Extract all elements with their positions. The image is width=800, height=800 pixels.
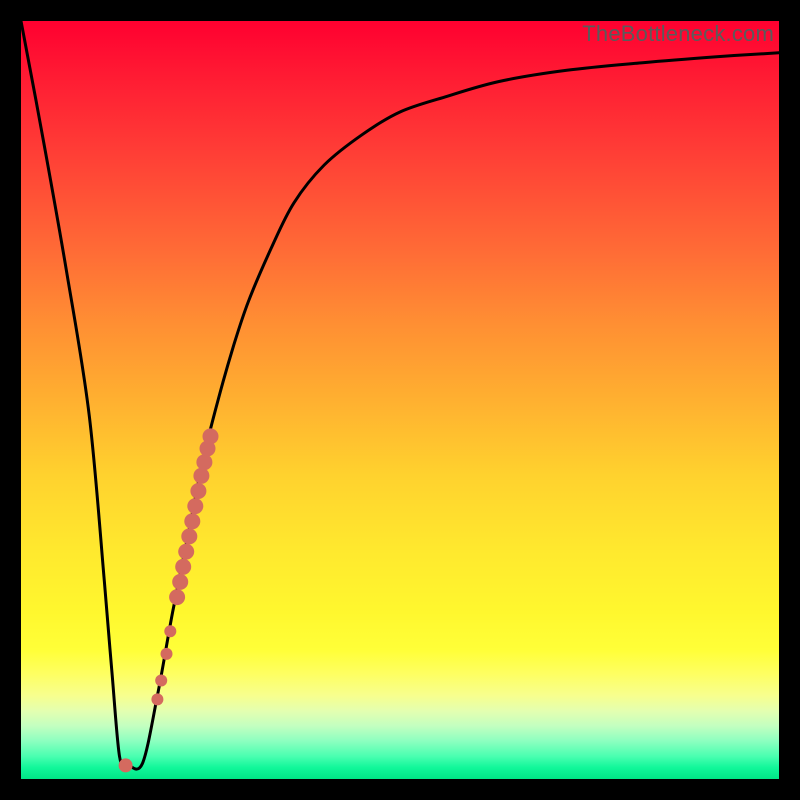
bottleneck-curve — [21, 21, 779, 769]
data-marker — [181, 528, 197, 544]
data-marker — [119, 758, 133, 772]
data-marker — [151, 693, 163, 705]
data-marker — [178, 544, 194, 560]
data-marker — [193, 468, 209, 484]
data-marker — [169, 589, 185, 605]
chart-svg — [21, 21, 779, 779]
data-marker — [161, 648, 173, 660]
data-marker — [187, 498, 203, 514]
data-marker — [164, 625, 176, 637]
data-marker — [196, 454, 212, 470]
data-marker — [184, 513, 200, 529]
chart-frame: TheBottleneck.com — [0, 0, 800, 800]
data-marker — [203, 428, 219, 444]
marker-group — [119, 428, 219, 772]
plot-area: TheBottleneck.com — [21, 21, 779, 779]
data-marker — [190, 483, 206, 499]
data-marker — [172, 574, 188, 590]
data-marker — [155, 675, 167, 687]
data-marker — [175, 559, 191, 575]
